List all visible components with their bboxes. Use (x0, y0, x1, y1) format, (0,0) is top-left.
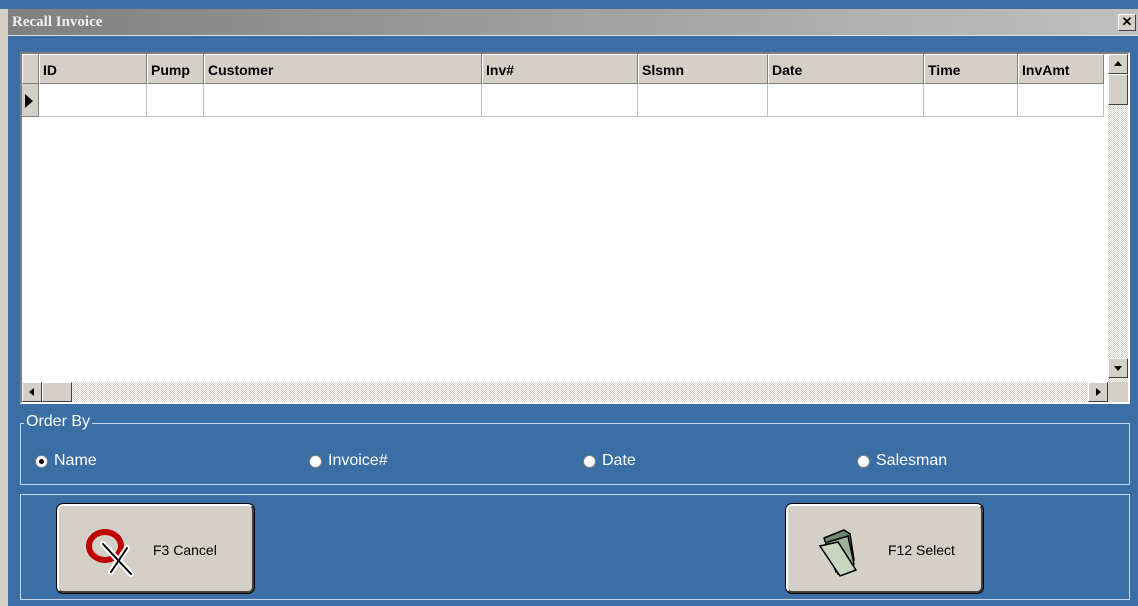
arrow-up-icon (1114, 61, 1122, 66)
cell-id[interactable] (39, 84, 147, 117)
cell-inv[interactable] (482, 84, 638, 117)
close-button[interactable]: ✕ (1118, 14, 1136, 31)
cancel-button-label: F3 Cancel (153, 542, 217, 558)
select-button-label: F12 Select (888, 542, 955, 558)
window-frame (0, 9, 8, 606)
recall-invoice-window: Recall Invoice ✕ ID Pump Customer Inv# S… (0, 0, 1138, 606)
scrollbar-corner (1108, 382, 1128, 402)
radio-name[interactable]: Name (35, 452, 97, 470)
order-by-group: Order By Name Invoice# Date Salesman (20, 413, 1130, 485)
radio-date[interactable]: Date (583, 452, 636, 470)
col-header-invamt[interactable]: InvAmt (1018, 54, 1104, 84)
window-title: Recall Invoice (12, 14, 103, 30)
action-button-bar: F3 Cancel F12 Select (20, 494, 1130, 600)
grid-header: ID Pump Customer Inv# Slsmn Date Time In… (22, 54, 1104, 84)
col-header-customer[interactable]: Customer (204, 54, 482, 84)
cell-customer[interactable] (204, 84, 482, 117)
cell-time[interactable] (924, 84, 1018, 117)
radio-invoice-label: Invoice# (328, 452, 388, 469)
vertical-scroll-thumb[interactable] (1108, 74, 1128, 105)
scroll-left-button[interactable] (22, 382, 42, 402)
radio-date-label: Date (602, 452, 636, 469)
arrow-left-icon (29, 388, 34, 396)
current-row-arrow-icon (25, 94, 33, 108)
horizontal-scrollbar[interactable] (22, 382, 1112, 402)
arrow-right-icon (1096, 388, 1101, 396)
radio-checked-icon[interactable] (35, 454, 48, 468)
vertical-scrollbar[interactable] (1108, 54, 1128, 384)
table-row[interactable] (22, 84, 1104, 117)
folder-icon (818, 529, 858, 577)
col-header-slsmn[interactable]: Slsmn (638, 54, 768, 84)
col-header-id[interactable]: ID (39, 54, 147, 84)
header-selector (22, 54, 39, 84)
cancel-button[interactable]: F3 Cancel (56, 503, 255, 594)
radio-unchecked-icon[interactable] (583, 454, 596, 468)
col-header-inv[interactable]: Inv# (482, 54, 638, 84)
radio-unchecked-icon[interactable] (857, 454, 870, 468)
col-header-pump[interactable]: Pump (147, 54, 204, 84)
arrow-down-icon (1114, 366, 1122, 371)
scroll-up-button[interactable] (1108, 54, 1128, 74)
col-header-time[interactable]: Time (924, 54, 1018, 84)
order-by-legend: Order By (24, 413, 93, 431)
cell-date[interactable] (768, 84, 924, 117)
cell-slsmn[interactable] (638, 84, 768, 117)
title-bar: Recall Invoice ✕ (8, 9, 1138, 36)
invoice-grid[interactable]: ID Pump Customer Inv# Slsmn Date Time In… (20, 52, 1130, 404)
scroll-down-button[interactable] (1108, 358, 1128, 378)
row-selector[interactable] (22, 84, 39, 117)
cell-invamt[interactable] (1018, 84, 1104, 117)
radio-invoice[interactable]: Invoice# (309, 452, 388, 470)
cell-pump[interactable] (147, 84, 204, 117)
select-button[interactable]: F12 Select (785, 503, 984, 594)
radio-unchecked-icon[interactable] (309, 454, 322, 468)
radio-salesman-label: Salesman (876, 452, 948, 469)
scroll-right-button[interactable] (1088, 382, 1108, 402)
radio-salesman[interactable]: Salesman (857, 452, 947, 470)
radio-name-label: Name (54, 452, 97, 469)
col-header-date[interactable]: Date (768, 54, 924, 84)
cancel-x-circle-icon (86, 529, 134, 577)
horizontal-scroll-thumb[interactable] (42, 382, 72, 402)
